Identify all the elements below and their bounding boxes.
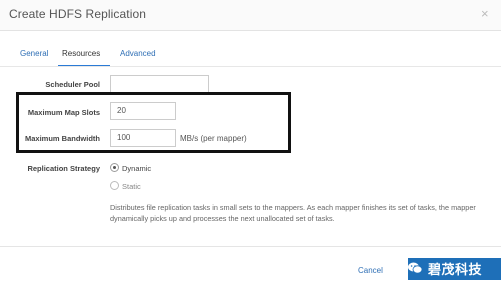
tab-bar: General Resources Advanced [0, 46, 501, 68]
scheduler-pool-input[interactable] [110, 75, 209, 93]
tab-resources[interactable]: Resources [62, 46, 100, 62]
tab-general[interactable]: General [20, 46, 48, 62]
cancel-button[interactable]: Cancel [358, 266, 383, 275]
create-hdfs-replication-dialog: Create HDFS Replication × General Resour… [0, 0, 501, 290]
wechat-icon [408, 262, 423, 274]
tab-divider [0, 66, 501, 67]
radio-dynamic-label[interactable]: Dynamic [122, 164, 151, 173]
replication-strategy-label: Replication Strategy [27, 164, 100, 173]
dialog-header: Create HDFS Replication × [0, 0, 501, 31]
watermark-text: 碧茂科技 [428, 263, 483, 278]
scheduler-pool-label: Scheduler Pool [45, 80, 100, 89]
close-icon[interactable]: × [481, 6, 489, 22]
radio-static[interactable] [110, 181, 119, 190]
strategy-description: Distributes file replication tasks in sm… [110, 203, 476, 223]
radio-dynamic[interactable] [110, 163, 119, 172]
radio-static-label[interactable]: Static [122, 182, 141, 191]
dialog-title: Create HDFS Replication [9, 7, 147, 21]
highlight-annotation-box [16, 92, 291, 153]
tab-advanced[interactable]: Advanced [120, 46, 156, 62]
